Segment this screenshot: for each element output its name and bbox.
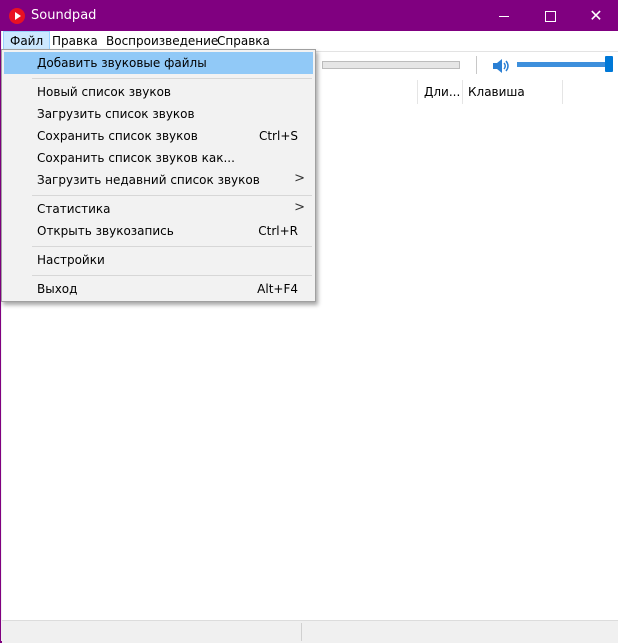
menu-separator <box>32 275 312 276</box>
minimize-button[interactable] <box>481 1 527 31</box>
column-divider <box>562 80 563 104</box>
menu-bar: Файл Правка Воспроизведение Справка <box>2 31 618 51</box>
file-menu-dropdown: Добавить звуковые файлы Новый список зву… <box>1 49 316 302</box>
menu-separator <box>32 246 312 247</box>
menu-file[interactable]: Файл <box>3 31 51 51</box>
minimize-icon <box>499 15 509 17</box>
menu-open-recording[interactable]: Открыть звукозапись Ctrl+R <box>4 220 313 242</box>
maximize-button[interactable] <box>527 1 573 31</box>
menu-item-label: Статистика <box>37 202 111 216</box>
menu-load-recent-sound-list[interactable]: Загрузить недавний список звуков > <box>4 169 313 191</box>
menu-item-label: Загрузить недавний список звуков <box>37 173 260 187</box>
menu-item-label: Загрузить список звуков <box>37 107 195 121</box>
chevron-right-icon: > <box>294 171 305 186</box>
menu-save-sound-list[interactable]: Сохранить список звуков Ctrl+S <box>4 125 313 147</box>
title-bar[interactable]: Soundpad ✕ <box>1 1 618 31</box>
menu-help[interactable]: Справка <box>211 31 276 51</box>
column-divider <box>462 80 463 104</box>
menu-edit[interactable]: Правка <box>46 31 104 51</box>
menu-add-sound-files[interactable]: Добавить звуковые файлы <box>4 52 313 74</box>
menu-item-shortcut: Ctrl+S <box>258 129 298 143</box>
speaker-icon[interactable] <box>492 58 510 74</box>
volume-slider[interactable] <box>517 62 613 67</box>
menu-separator <box>32 195 312 196</box>
status-bar <box>2 620 618 643</box>
window-title: Soundpad <box>31 8 97 23</box>
menu-item-shortcut: Alt+F4 <box>257 282 298 296</box>
toolbar-separator <box>476 56 477 74</box>
menu-item-label: Сохранить список звуков <box>37 129 198 143</box>
menu-separator <box>32 78 312 79</box>
volume-level-fill <box>517 62 613 67</box>
menu-statistics[interactable]: Статистика > <box>4 198 313 220</box>
close-icon: ✕ <box>589 6 603 25</box>
status-bar-divider <box>301 623 302 641</box>
column-divider <box>417 80 418 104</box>
volume-slider-thumb[interactable] <box>605 56 613 72</box>
menu-item-label: Сохранить список звуков как... <box>37 151 235 165</box>
menu-item-shortcut: Ctrl+R <box>258 224 298 238</box>
soundpad-play-icon <box>9 8 25 24</box>
menu-item-label: Новый список звуков <box>37 85 171 99</box>
menu-playback[interactable]: Воспроизведение <box>100 31 224 51</box>
menu-item-label: Выход <box>37 282 78 296</box>
menu-item-label: Настройки <box>37 253 105 267</box>
menu-settings[interactable]: Настройки <box>4 249 313 271</box>
menu-item-label: Добавить звуковые файлы <box>37 56 207 70</box>
menu-save-sound-list-as[interactable]: Сохранить список звуков как... <box>4 147 313 169</box>
playback-progress-bar[interactable] <box>322 61 460 69</box>
column-header-hotkey[interactable]: Клавиша <box>468 85 525 99</box>
close-button[interactable]: ✕ <box>573 1 618 31</box>
maximize-icon <box>544 10 556 22</box>
menu-new-sound-list[interactable]: Новый список звуков <box>4 81 313 103</box>
menu-item-label: Открыть звукозапись <box>37 224 174 238</box>
menu-exit[interactable]: Выход Alt+F4 <box>4 278 313 300</box>
menu-load-sound-list[interactable]: Загрузить список звуков <box>4 103 313 125</box>
column-header-duration[interactable]: Дли... <box>424 85 460 99</box>
chevron-right-icon: > <box>294 200 305 215</box>
